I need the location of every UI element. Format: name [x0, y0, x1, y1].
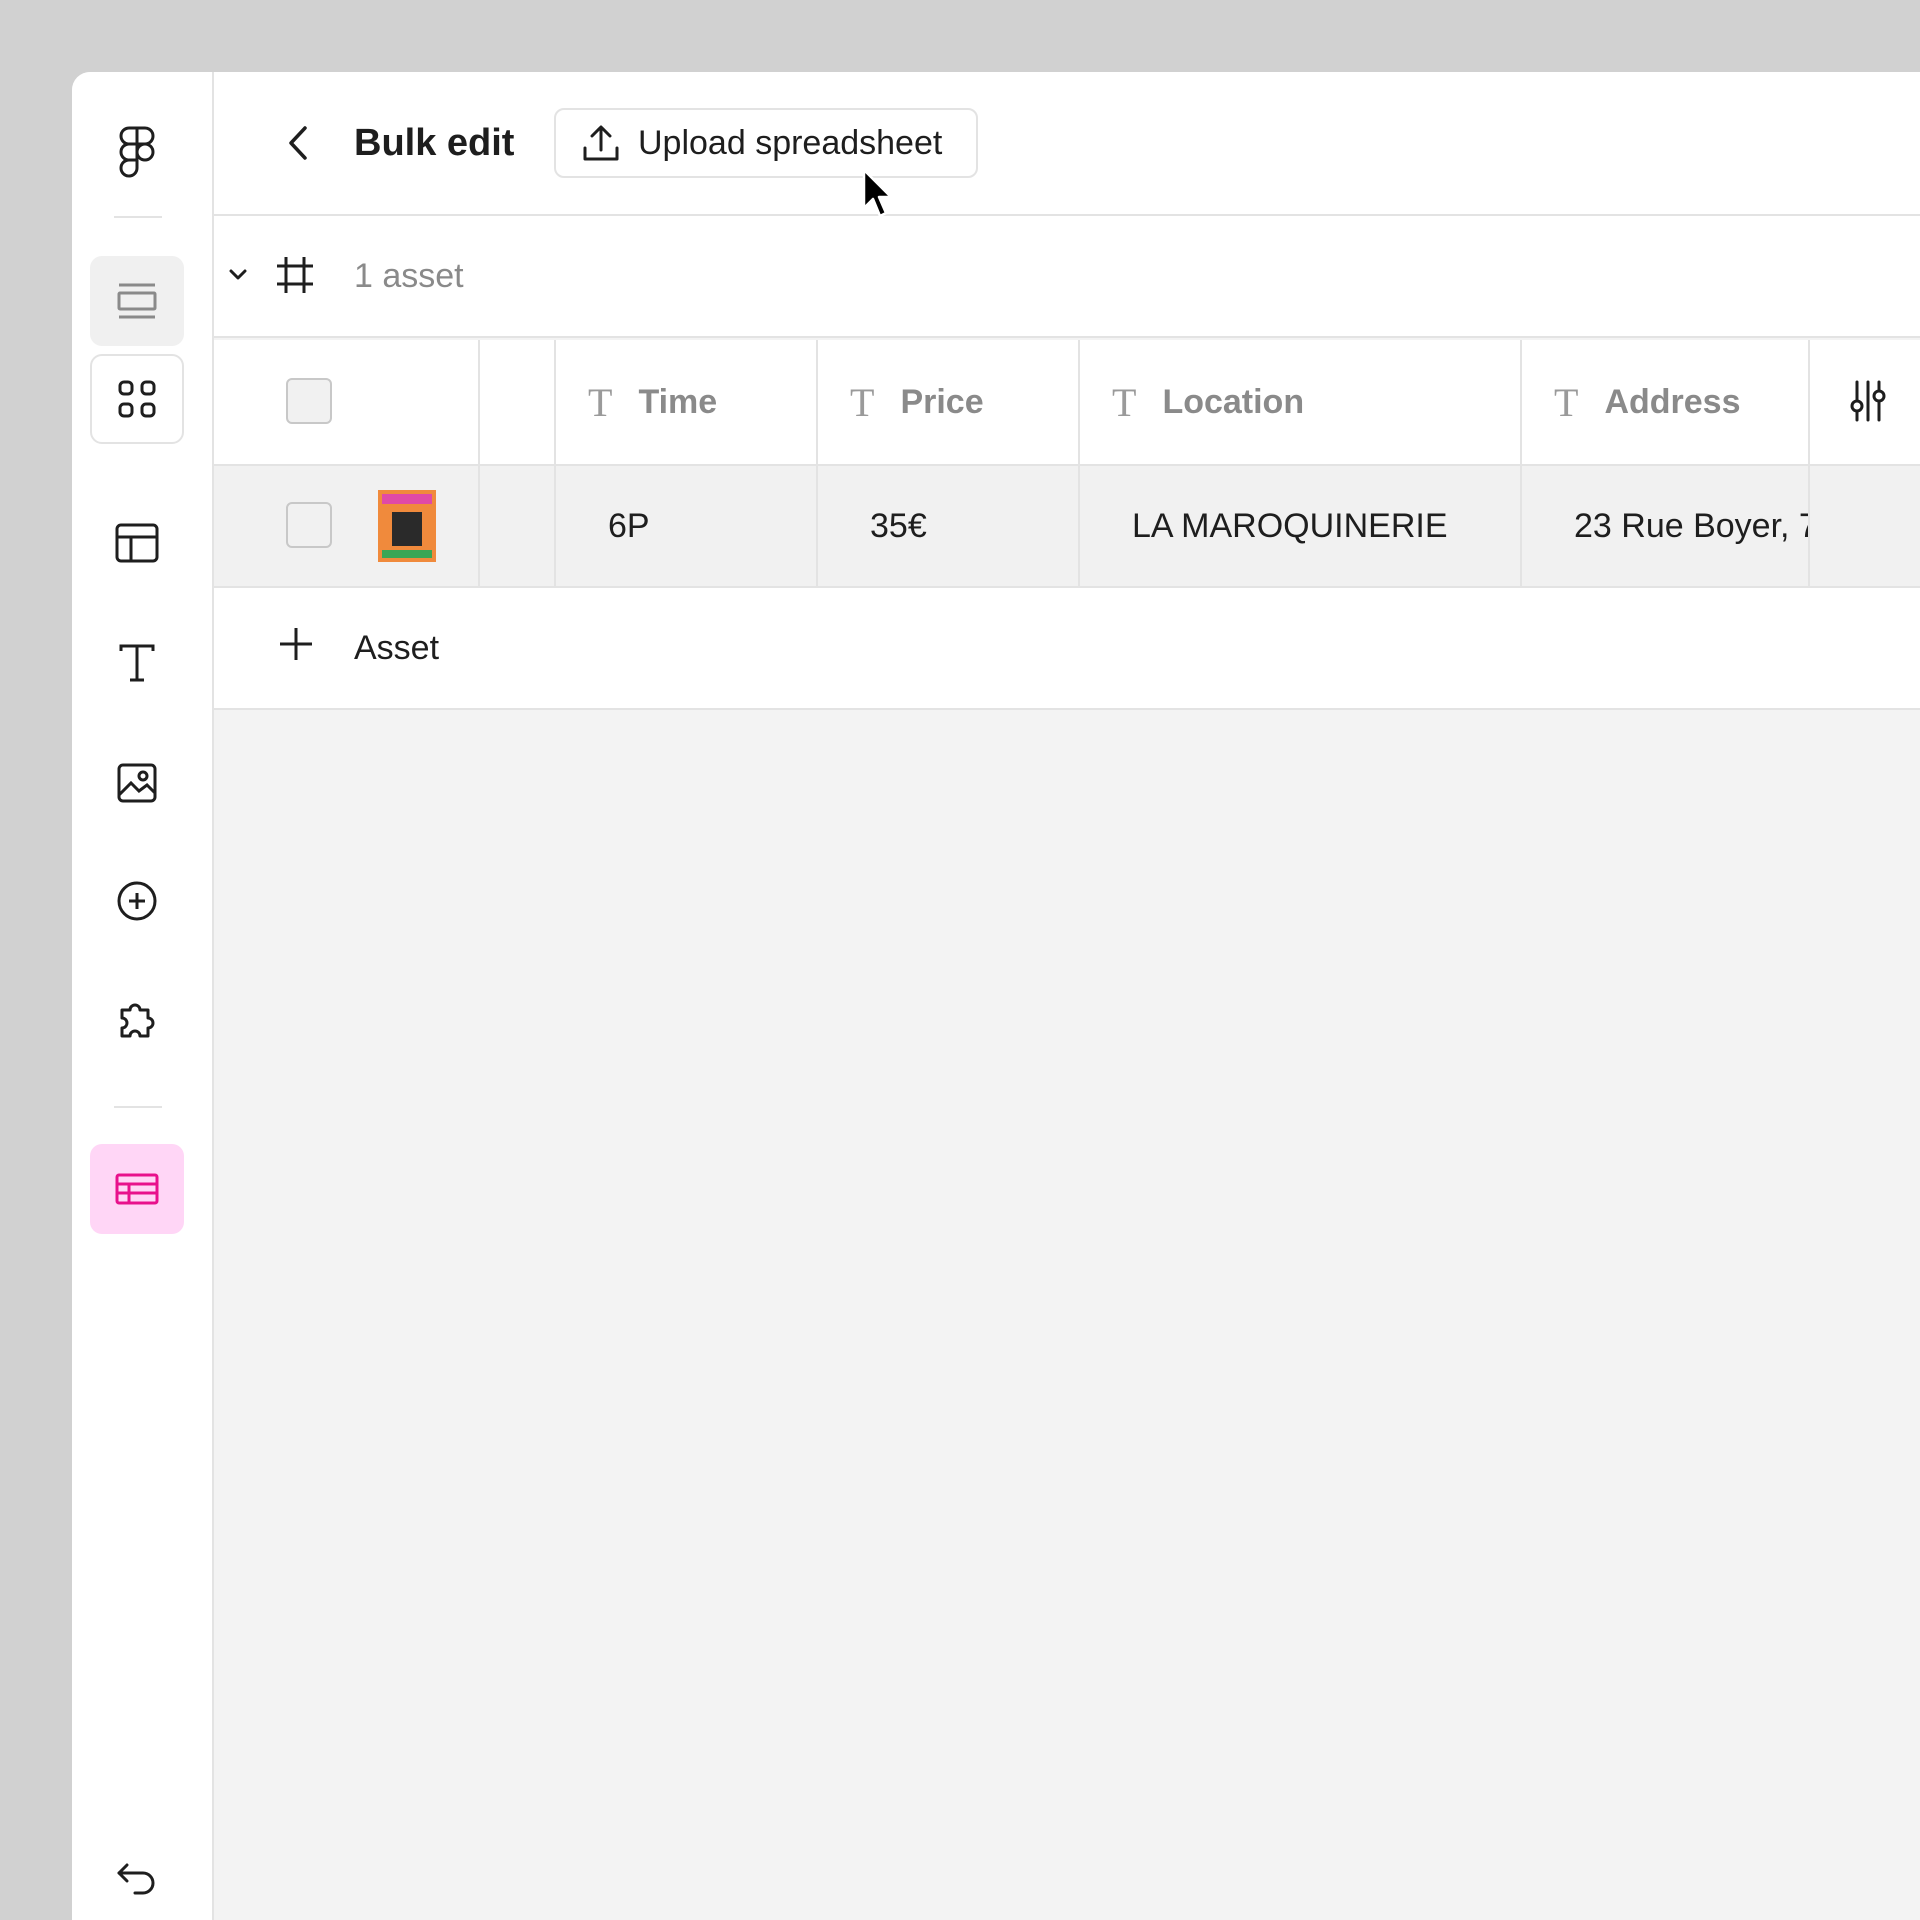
figma-logo-icon[interactable] — [90, 108, 184, 198]
asset-thumbnail[interactable] — [378, 490, 436, 562]
column-divider — [1808, 340, 1810, 464]
sidebar-item-text[interactable] — [90, 618, 184, 708]
sidebar-item-bulk-edit[interactable] — [90, 1144, 184, 1234]
column-header-location[interactable]: T Location — [1080, 340, 1520, 464]
undo-button[interactable] — [90, 1834, 184, 1920]
layout-icon — [115, 523, 159, 563]
text-type-icon: T — [588, 379, 613, 425]
add-asset-label: Asset — [354, 629, 440, 667]
sliders-icon — [1850, 380, 1886, 422]
column-divider — [1520, 466, 1522, 586]
select-all-checkbox[interactable] — [286, 378, 332, 424]
text-type-icon: T — [1112, 379, 1137, 425]
column-divider — [478, 340, 480, 464]
sidebar-divider — [114, 216, 162, 218]
column-header-price[interactable]: T Price — [818, 340, 1078, 464]
table-header-row: T Time T Price T Location T Address — [214, 340, 1920, 466]
sidebar-item-add[interactable] — [90, 856, 184, 946]
text-type-icon: T — [850, 379, 875, 425]
column-divider — [1808, 466, 1810, 586]
column-divider — [816, 466, 818, 586]
puzzle-icon — [120, 1003, 155, 1038]
asset-count: 1 asset — [354, 257, 464, 295]
table-row[interactable]: 6P 35€ LA MAROQUINERIE 23 Rue Boyer, 7 — [214, 466, 1920, 588]
chevron-down-icon — [229, 269, 247, 280]
sidebar-item-plugins[interactable] — [90, 976, 184, 1066]
plus-icon — [278, 626, 314, 667]
plus-circle-icon — [117, 881, 157, 921]
cell-location[interactable]: LA MAROQUINERIE — [1132, 466, 1512, 586]
main-panel: Bulk edit Upload spreadsheet 1 asset T T… — [214, 72, 1920, 1920]
column-header-label: Location — [1162, 382, 1305, 421]
frame-icon — [276, 256, 314, 299]
sidebar — [72, 72, 214, 1920]
upload-icon — [583, 125, 619, 161]
text-type-icon: T — [1554, 379, 1579, 425]
column-divider — [478, 466, 480, 586]
sidebar-divider — [114, 1106, 162, 1108]
undo-icon — [117, 1863, 155, 1895]
asset-group-header: 1 asset — [214, 216, 1920, 338]
sidebar-item-frames[interactable] — [90, 256, 184, 346]
upload-spreadsheet-button[interactable]: Upload spreadsheet — [554, 108, 978, 178]
cell-address[interactable]: 23 Rue Boyer, 7 — [1574, 466, 1808, 586]
collapse-group-button[interactable] — [224, 260, 252, 290]
cell-price[interactable]: 35€ — [870, 466, 1070, 586]
frames-list-icon — [117, 283, 157, 319]
row-checkbox[interactable] — [286, 502, 332, 548]
cell-time[interactable]: 6P — [608, 466, 808, 586]
sidebar-item-assets[interactable] — [90, 354, 184, 444]
column-divider — [1078, 466, 1080, 586]
top-bar: Bulk edit Upload spreadsheet — [214, 72, 1920, 216]
app-window: Bulk edit Upload spreadsheet 1 asset T T… — [72, 72, 1920, 1920]
table-icon — [115, 1173, 159, 1205]
grid-icon — [118, 380, 156, 418]
column-header-label: Time — [638, 382, 718, 421]
column-header-address[interactable]: T Address — [1522, 340, 1808, 464]
add-asset-row[interactable]: Asset — [214, 588, 1920, 710]
column-settings-button[interactable] — [1848, 380, 1888, 427]
column-header-time[interactable]: T Time — [556, 340, 816, 464]
image-icon — [117, 763, 157, 803]
back-button[interactable] — [278, 121, 318, 165]
sidebar-item-layout[interactable] — [90, 498, 184, 588]
page-title: Bulk edit — [354, 122, 515, 164]
text-icon — [119, 644, 155, 682]
chevron-left-icon — [289, 126, 307, 160]
mouse-cursor-icon — [862, 168, 894, 225]
column-header-label: Price — [900, 382, 984, 421]
upload-spreadsheet-label: Upload spreadsheet — [638, 123, 943, 162]
column-divider — [554, 466, 556, 586]
sidebar-item-image[interactable] — [90, 738, 184, 828]
column-header-label: Address — [1604, 382, 1741, 421]
